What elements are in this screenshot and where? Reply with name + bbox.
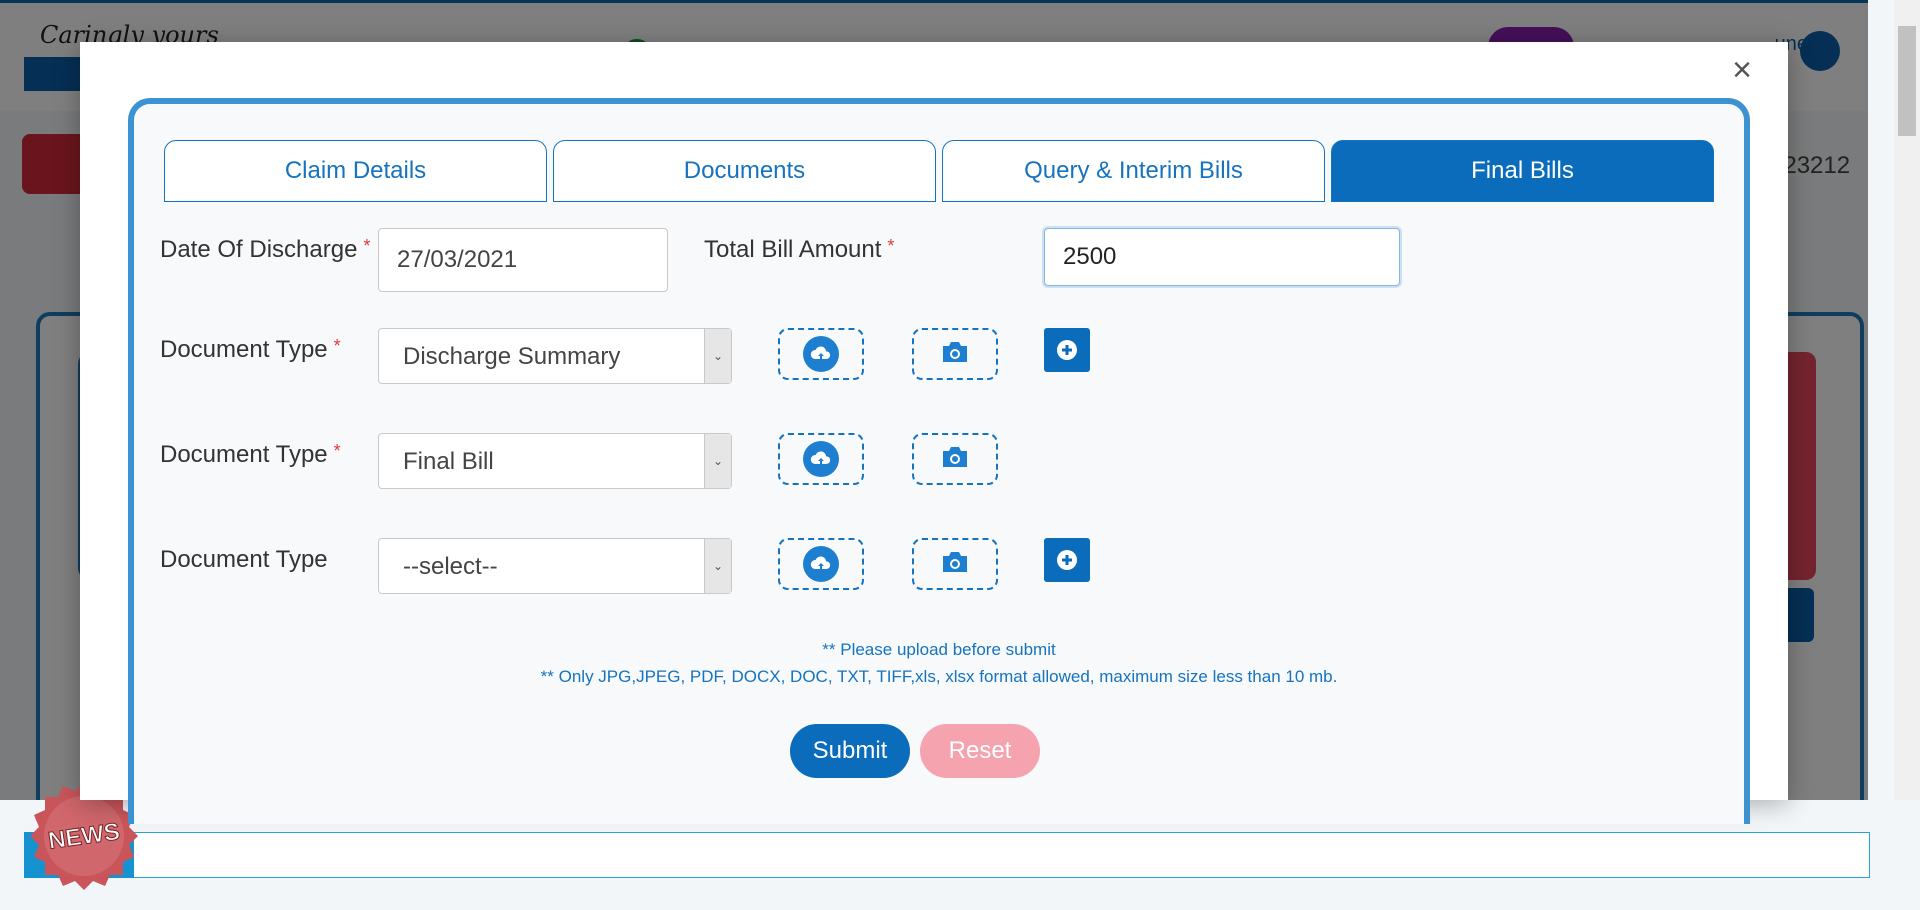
tab-final-bills[interactable]: Final Bills bbox=[1331, 140, 1714, 202]
news-ticker bbox=[24, 832, 1870, 878]
camera-capture-button[interactable] bbox=[912, 538, 998, 590]
document-type-label-text: Document Type bbox=[160, 336, 328, 363]
cloud-upload-icon bbox=[803, 441, 839, 477]
camera-icon bbox=[940, 550, 970, 579]
scrollbar-thumb[interactable] bbox=[1898, 26, 1916, 136]
document-type-label: Document Type bbox=[160, 546, 334, 574]
tab-documents[interactable]: Documents bbox=[553, 140, 936, 202]
required-mark: * bbox=[333, 441, 341, 461]
document-type-label: Document Type * bbox=[160, 441, 341, 469]
required-mark: * bbox=[363, 236, 371, 256]
document-type-label-text: Document Type bbox=[160, 441, 328, 468]
upload-note: ** Please upload before submit bbox=[822, 640, 1056, 659]
chevron-down-icon[interactable]: ⌄ bbox=[704, 434, 731, 488]
tab-claim-details[interactable]: Claim Details bbox=[164, 140, 547, 202]
date-of-discharge-label-text: Date Of Discharge bbox=[160, 236, 358, 263]
date-of-discharge-input[interactable]: 27/03/2021 bbox=[378, 228, 668, 292]
total-bill-amount-label: Total Bill Amount * bbox=[704, 236, 894, 264]
plus-circle-icon bbox=[1057, 550, 1077, 570]
reset-button[interactable]: Reset bbox=[920, 724, 1040, 778]
plus-circle-icon bbox=[1057, 340, 1077, 360]
document-type-select[interactable]: Discharge Summary ⌄ bbox=[378, 328, 732, 384]
upload-file-button[interactable] bbox=[778, 433, 864, 485]
camera-icon bbox=[940, 340, 970, 369]
page-scrollbar[interactable] bbox=[1894, 0, 1920, 800]
document-type-selected: Discharge Summary bbox=[403, 343, 621, 370]
document-type-selected: Final Bill bbox=[403, 448, 494, 475]
final-bills-form: Claim Details Documents Query & Interim … bbox=[128, 98, 1750, 824]
format-note: ** Only JPG,JPEG, PDF, DOCX, DOC, TXT, T… bbox=[540, 667, 1338, 686]
document-type-selected: --select-- bbox=[403, 553, 498, 580]
document-type-label: Document Type * bbox=[160, 336, 341, 364]
cloud-upload-icon bbox=[803, 546, 839, 582]
date-of-discharge-label: Date Of Discharge * bbox=[160, 236, 370, 264]
camera-capture-button[interactable] bbox=[912, 328, 998, 380]
total-bill-amount-label-text: Total Bill Amount bbox=[704, 236, 882, 263]
total-bill-amount-input[interactable]: 2500 bbox=[1044, 228, 1400, 286]
document-type-select[interactable]: --select-- ⌄ bbox=[378, 538, 732, 594]
chevron-down-icon[interactable]: ⌄ bbox=[704, 329, 731, 383]
claim-modal: × Claim Details Documents Query & Interi… bbox=[80, 42, 1788, 824]
cloud-upload-icon bbox=[803, 336, 839, 372]
add-document-row-button[interactable] bbox=[1044, 538, 1090, 582]
close-icon[interactable]: × bbox=[1732, 48, 1752, 92]
required-mark: * bbox=[887, 236, 895, 256]
add-document-row-button[interactable] bbox=[1044, 328, 1090, 372]
required-mark: * bbox=[333, 336, 341, 356]
modal-tabs: Claim Details Documents Query & Interim … bbox=[164, 140, 1714, 202]
document-type-label-text: Document Type bbox=[160, 546, 328, 573]
camera-capture-button[interactable] bbox=[912, 433, 998, 485]
upload-file-button[interactable] bbox=[778, 538, 864, 590]
document-type-select[interactable]: Final Bill ⌄ bbox=[378, 433, 732, 489]
upload-file-button[interactable] bbox=[778, 328, 864, 380]
camera-icon bbox=[940, 445, 970, 474]
chevron-down-icon[interactable]: ⌄ bbox=[704, 539, 731, 593]
submit-button[interactable]: Submit bbox=[790, 724, 910, 778]
tab-query-interim-bills[interactable]: Query & Interim Bills bbox=[942, 140, 1325, 202]
